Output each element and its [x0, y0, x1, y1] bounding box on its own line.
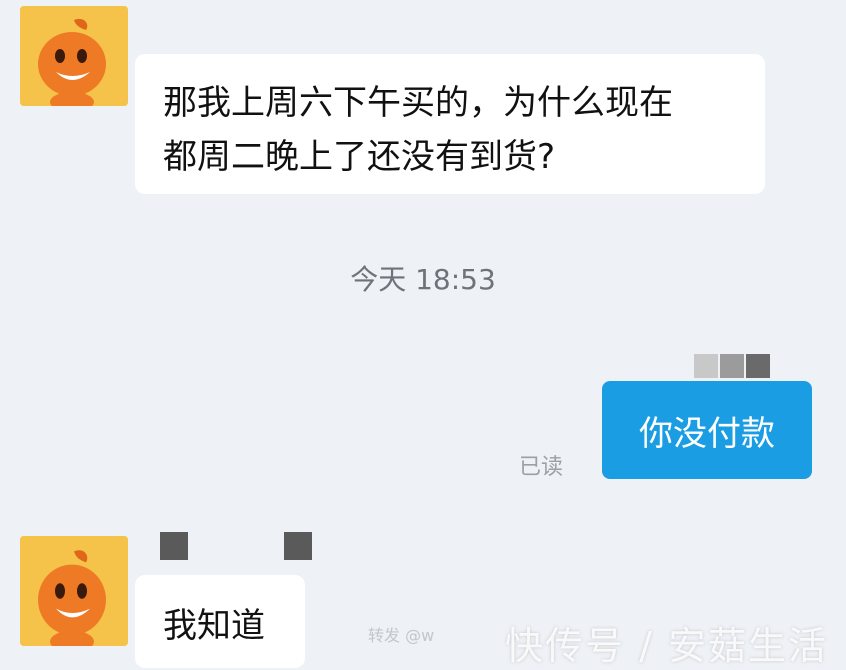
chat-timestamp: 今天 18:53: [350, 263, 496, 296]
message-text-line-1: 那我上周六下午买的，为什么现在: [163, 83, 673, 123]
message-bubble-incoming[interactable]: 我知道: [135, 575, 305, 668]
sender-name-blurred-bottom: [160, 530, 320, 564]
footer-faint-text: 转发 @w: [368, 626, 435, 645]
message-text: 你没付款: [639, 413, 775, 454]
message-bubble-outgoing[interactable]: 你没付款: [602, 381, 812, 479]
avatar-bottom[interactable]: [20, 536, 128, 646]
orange-mascot-icon: [20, 6, 128, 106]
read-status: 已读: [519, 455, 564, 480]
sender-name-blurred: [694, 350, 774, 380]
message-text: 我知道: [163, 606, 265, 646]
avatar-top[interactable]: [20, 6, 128, 106]
message-text-line-2: 都周二晚上了还没有到货?: [163, 137, 556, 177]
watermark: 快传号 / 安菇生活: [505, 624, 828, 668]
message-bubble-incoming[interactable]: 那我上周六下午买的，为什么现在 都周二晚上了还没有到货?: [135, 54, 765, 194]
orange-mascot-icon: [20, 536, 128, 646]
